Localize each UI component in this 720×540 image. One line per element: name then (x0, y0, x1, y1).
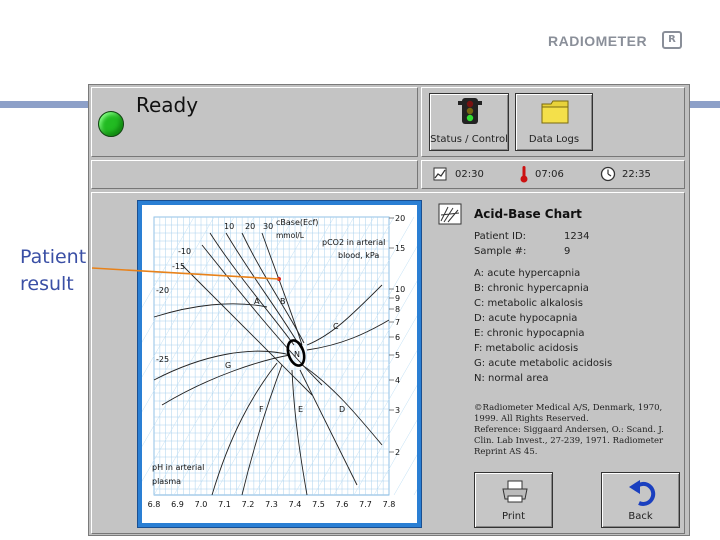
right-tick-label: 6 (395, 333, 400, 342)
status-area: Ready (91, 87, 418, 157)
region-label: N (294, 350, 300, 359)
right-tick-label: 9 (395, 294, 400, 303)
status-title: Ready (136, 93, 199, 117)
region-label: B (280, 297, 286, 306)
base-tick-label: 10 (224, 222, 234, 231)
grid-diagonal (413, 216, 575, 496)
legend-item: B: chronic hypercapnia (474, 283, 589, 294)
base-axis-label: cBase(Ecf) (276, 218, 318, 227)
ph-axis-label: pH in arterial (152, 463, 204, 472)
right-accent-bar (690, 101, 720, 108)
x-tick-label: 7.1 (218, 500, 231, 509)
chart-log-icon (433, 167, 447, 181)
region-label: A (254, 297, 260, 306)
base-tick-label: 20 (245, 222, 255, 231)
legend-item: C: metabolic alkalosis (474, 298, 583, 309)
ph-axis-label-2: plasma (152, 477, 181, 486)
right-tick-label: 20 (395, 214, 405, 223)
region-label: G (225, 361, 231, 370)
right-tick-label: 8 (395, 305, 400, 314)
folder-icon (541, 100, 569, 124)
clock-icon (600, 166, 616, 182)
acid-base-chart[interactable]: 6.8 6.9 7.0 7.1 7.2 7.3 7.4 7.5 7.6 7.7 7.82015109… (33, 205, 615, 523)
time-1: 02:30 (455, 169, 484, 180)
right-tick-label: 2 (395, 448, 400, 457)
base-tick-label: -25 (156, 355, 169, 364)
copyright-line: ©Radiometer Medical A/S, Denmark, 1970, (474, 403, 663, 413)
sample-label: Sample #: (474, 246, 527, 257)
base-tick-label: -15 (172, 262, 185, 271)
back-button[interactable]: Back (601, 472, 680, 528)
back-arrow-icon (629, 480, 656, 506)
x-tick-label: 7.4 (289, 500, 302, 509)
x-tick-label: 6.8 (148, 500, 161, 509)
pco2-axis-label-2: blood, kPa (338, 251, 379, 260)
right-tick-label: 10 (395, 285, 405, 294)
right-tick-label: 7 (395, 318, 400, 327)
region-legend: A: acute hypercapnia B: chronic hypercap… (474, 266, 612, 386)
printer-icon (502, 480, 528, 503)
region-label: F (259, 405, 264, 414)
legend-item: A: acute hypercapnia (474, 268, 581, 279)
copyright-line: Reference: Siggaard Andersen, O.: Scand.… (474, 425, 664, 435)
legend-item: F: metabolic acidosis (474, 343, 579, 354)
time-3: 22:35 (622, 169, 651, 180)
right-tick-label: 3 (395, 406, 400, 415)
info-bar-left (91, 160, 418, 189)
info-bar-right: 02:30 07:06 22:35 (421, 160, 685, 189)
time-2: 07:06 (535, 169, 564, 180)
x-tick-label: 7.3 (265, 500, 278, 509)
x-tick-label: 7.7 (359, 500, 372, 509)
copyright-text: ©Radiometer Medical A/S, Denmark, 1970, … (474, 403, 664, 458)
print-button[interactable]: Print (474, 472, 553, 528)
copyright-line: Reprint AS 45. (474, 447, 538, 457)
panel-title: Acid-Base Chart (474, 207, 582, 221)
base-tick-label: -10 (178, 247, 191, 256)
right-tick-label: 5 (395, 351, 400, 360)
chart-canvas: 6.8 6.9 7.0 7.1 7.2 7.3 7.4 7.5 7.6 7.7 7.8 20 15 10 9… (33, 205, 615, 523)
acid-base-chart-icon (438, 203, 462, 225)
legend-item: N: normal area (474, 373, 549, 384)
copyright-line: Clin. Lab Invest., 27-239, 1971. Radiome… (474, 436, 664, 446)
legend-item: G: acute metabolic acidosis (474, 358, 613, 369)
annotation-line-2: result (20, 273, 74, 295)
region-label: C (333, 322, 339, 331)
right-tick-label: 15 (395, 244, 405, 253)
thermometer-icon (520, 166, 528, 183)
annotation-line-1: Patient (20, 246, 87, 268)
x-tick-label: 6.9 (171, 500, 184, 509)
data-logs-label: Data Logs (528, 134, 580, 145)
x-tick-label: 7.8 (383, 500, 396, 509)
patient-result-annotation: Patient result (20, 244, 86, 298)
right-tick-label: 4 (395, 376, 400, 385)
region-label: D (339, 405, 345, 414)
x-tick-label: 7.6 (336, 500, 349, 509)
status-control-label: Status / Control (430, 134, 508, 145)
x-tick-label: 7.2 (242, 500, 255, 509)
print-label: Print (501, 511, 525, 522)
data-logs-button[interactable]: Data Logs (515, 93, 593, 151)
patient-result-point (277, 277, 281, 281)
base-tick-label: 30 (263, 222, 273, 231)
pco2-axis-label: pCO2 in arterial (322, 238, 385, 247)
base-tick-label: -20 (156, 286, 169, 295)
brand-name: RADIOMETER (548, 33, 648, 49)
base-axis-unit: mmol/L (276, 231, 305, 240)
region-label: E (298, 405, 303, 414)
traffic-light-icon (458, 98, 482, 124)
status-control-button[interactable]: Status / Control (429, 93, 509, 151)
sample-value: 9 (564, 246, 571, 257)
x-tick-label: 7.0 (195, 500, 208, 509)
status-indicator-icon (98, 111, 124, 137)
left-accent-bar (0, 101, 88, 108)
patient-id-value: 1234 (564, 231, 590, 242)
patient-id-label: Patient ID: (474, 231, 527, 242)
legend-item: D: acute hypocapnia (474, 313, 578, 324)
copyright-line: 1999. All Rights Reserved. (474, 414, 589, 424)
x-tick-label: 7.5 (312, 500, 325, 509)
back-label: Back (628, 511, 653, 522)
legend-item: E: chronic hypocapnia (474, 328, 585, 339)
brand-logo-icon: R (662, 31, 682, 49)
